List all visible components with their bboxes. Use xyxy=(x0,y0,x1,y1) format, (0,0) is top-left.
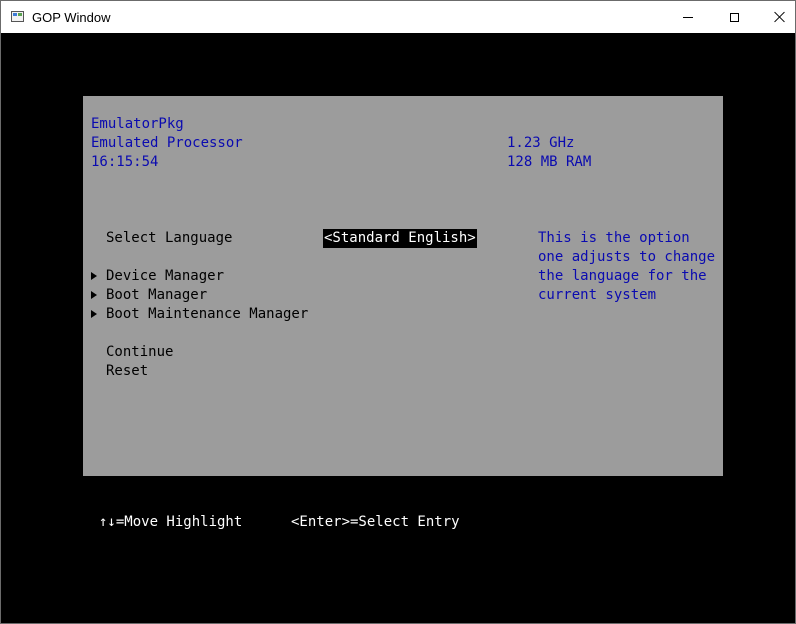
processor-name: Emulated Processor xyxy=(91,135,243,151)
setup-panel: EmulatorPkg Emulated Processor 16:15:54 … xyxy=(83,96,723,476)
menu-item-device-manager[interactable]: Device Manager xyxy=(106,267,224,286)
help-text-line: This is the option xyxy=(538,230,690,246)
select-entry-hint: <Enter>=Select Entry xyxy=(291,514,460,530)
language-select-value[interactable]: <Standard English> xyxy=(323,229,477,248)
maximize-button[interactable] xyxy=(711,1,757,33)
cpu-speed: 1.23 GHz xyxy=(507,135,575,151)
minimize-icon xyxy=(683,16,693,18)
help-text-line: current system xyxy=(538,287,657,303)
window-app-icon xyxy=(11,11,24,22)
submenu-arrow-icon xyxy=(91,310,97,318)
close-button[interactable] xyxy=(757,1,796,33)
gop-window: GOP Window EmulatorPkg Emulated Processo… xyxy=(0,0,796,624)
memory-size: 128 MB RAM xyxy=(507,154,592,170)
continue-option[interactable]: Continue xyxy=(106,343,173,362)
minimize-button[interactable] xyxy=(665,1,711,33)
help-text-line: one adjusts to change xyxy=(538,249,716,265)
reset-option[interactable]: Reset xyxy=(106,362,148,381)
platform-name: EmulatorPkg xyxy=(91,116,184,132)
window-title: GOP Window xyxy=(32,10,111,25)
maximize-icon xyxy=(729,12,739,22)
select-language-label[interactable]: Select Language xyxy=(106,229,232,248)
firmware-screen: EmulatorPkg Emulated Processor 16:15:54 … xyxy=(3,34,795,623)
submenu-arrow-icon xyxy=(91,272,97,280)
help-text-line: the language for the xyxy=(538,268,707,284)
menu-item-boot-manager[interactable]: Boot Manager xyxy=(106,286,207,305)
move-highlight-hint: ↑↓=Move Highlight xyxy=(99,514,243,530)
system-time: 16:15:54 xyxy=(91,154,159,170)
submenu-arrow-icon xyxy=(91,291,97,299)
close-icon xyxy=(774,11,786,23)
menu-item-boot-maintenance-manager[interactable]: Boot Maintenance Manager xyxy=(106,305,308,324)
title-bar[interactable]: GOP Window xyxy=(1,1,795,33)
